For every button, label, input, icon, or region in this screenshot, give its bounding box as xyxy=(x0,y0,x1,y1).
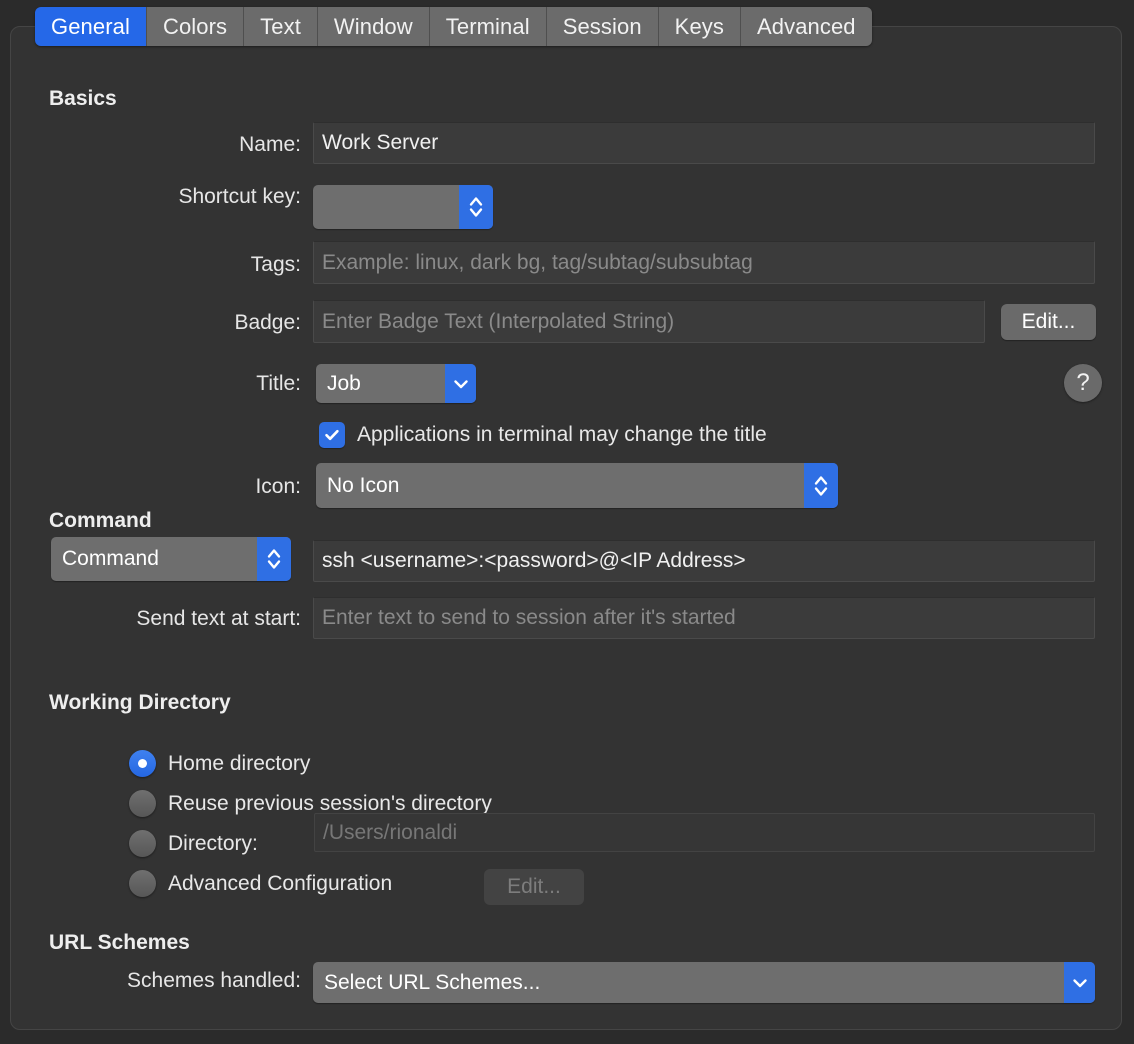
name-label: Name: xyxy=(111,133,301,157)
command-mode-select[interactable]: Command xyxy=(51,537,291,581)
radio-unselected-icon[interactable] xyxy=(129,790,156,817)
badge-edit-button[interactable]: Edit... xyxy=(1001,304,1096,340)
url-schemes-section-heading: URL Schemes xyxy=(49,931,190,955)
schemes-handled-label: Schemes handled: xyxy=(51,969,301,993)
badge-label: Badge: xyxy=(111,311,301,335)
icon-value: No Icon xyxy=(316,474,804,498)
preferences-tab-bar[interactable]: General Colors Text Window Terminal Sess… xyxy=(35,7,872,46)
radio-unselected-icon[interactable] xyxy=(129,830,156,857)
checkbox-checked-icon[interactable] xyxy=(319,422,345,448)
chevron-down-icon[interactable] xyxy=(445,364,476,403)
icon-label: Icon: xyxy=(111,475,301,499)
radio-reuse-previous-directory-label: Reuse previous session's directory xyxy=(168,792,492,816)
tab-terminal[interactable]: Terminal xyxy=(430,7,547,46)
tab-general[interactable]: General xyxy=(35,7,147,46)
chevron-down-icon[interactable] xyxy=(1064,962,1095,1003)
shortcut-key-label: Shortcut key: xyxy=(71,185,301,209)
command-input[interactable]: ssh <username>:<password>@<IP Address> xyxy=(313,540,1095,582)
send-text-label: Send text at start: xyxy=(61,607,301,631)
radio-selected-icon[interactable] xyxy=(129,750,156,777)
shortcut-key-select[interactable] xyxy=(313,185,493,229)
radio-advanced-configuration-label: Advanced Configuration xyxy=(168,872,392,896)
stepper-updown-icon[interactable] xyxy=(257,537,291,581)
advanced-configuration-edit-button[interactable]: Edit... xyxy=(484,869,584,905)
tags-label: Tags: xyxy=(111,253,301,277)
command-section-heading: Command xyxy=(49,509,152,533)
badge-input[interactable]: Enter Badge Text (Interpolated String) xyxy=(313,300,985,343)
stepper-updown-icon[interactable] xyxy=(459,185,493,229)
name-input[interactable]: Work Server xyxy=(313,122,1095,164)
tab-keys[interactable]: Keys xyxy=(659,7,741,46)
apps-change-title-checkbox-row[interactable]: Applications in terminal may change the … xyxy=(319,422,767,448)
radio-directory[interactable]: Directory: xyxy=(129,830,258,857)
icon-select[interactable]: No Icon xyxy=(316,463,838,508)
tab-advanced[interactable]: Advanced xyxy=(741,7,872,46)
title-help-button[interactable]: ? xyxy=(1064,364,1102,402)
radio-directory-label: Directory: xyxy=(168,832,258,856)
command-mode-value: Command xyxy=(51,547,257,571)
working-directory-section-heading: Working Directory xyxy=(49,691,231,715)
radio-home-directory[interactable]: Home directory xyxy=(129,750,310,777)
title-value: Job xyxy=(316,372,445,396)
title-label: Title: xyxy=(111,372,301,396)
basics-section-heading: Basics xyxy=(49,87,117,111)
schemes-handled-select[interactable]: Select URL Schemes... xyxy=(313,962,1095,1003)
schemes-handled-value: Select URL Schemes... xyxy=(313,971,1064,995)
directory-input[interactable]: /Users/rionaldi xyxy=(314,813,1095,852)
radio-advanced-configuration[interactable]: Advanced Configuration xyxy=(129,870,392,897)
title-select[interactable]: Job xyxy=(316,364,476,403)
stepper-updown-icon[interactable] xyxy=(804,463,838,508)
tags-input[interactable]: Example: linux, dark bg, tag/subtag/subs… xyxy=(313,241,1095,284)
send-text-input[interactable]: Enter text to send to session after it's… xyxy=(313,597,1095,639)
apps-change-title-label: Applications in terminal may change the … xyxy=(357,423,767,447)
tab-window[interactable]: Window xyxy=(318,7,430,46)
radio-home-directory-label: Home directory xyxy=(168,752,310,776)
tab-text[interactable]: Text xyxy=(244,7,318,46)
tab-session[interactable]: Session xyxy=(547,7,659,46)
general-settings-panel: Basics Name: Work Server Shortcut key: T… xyxy=(10,26,1122,1030)
radio-unselected-icon[interactable] xyxy=(129,870,156,897)
tab-colors[interactable]: Colors xyxy=(147,7,244,46)
